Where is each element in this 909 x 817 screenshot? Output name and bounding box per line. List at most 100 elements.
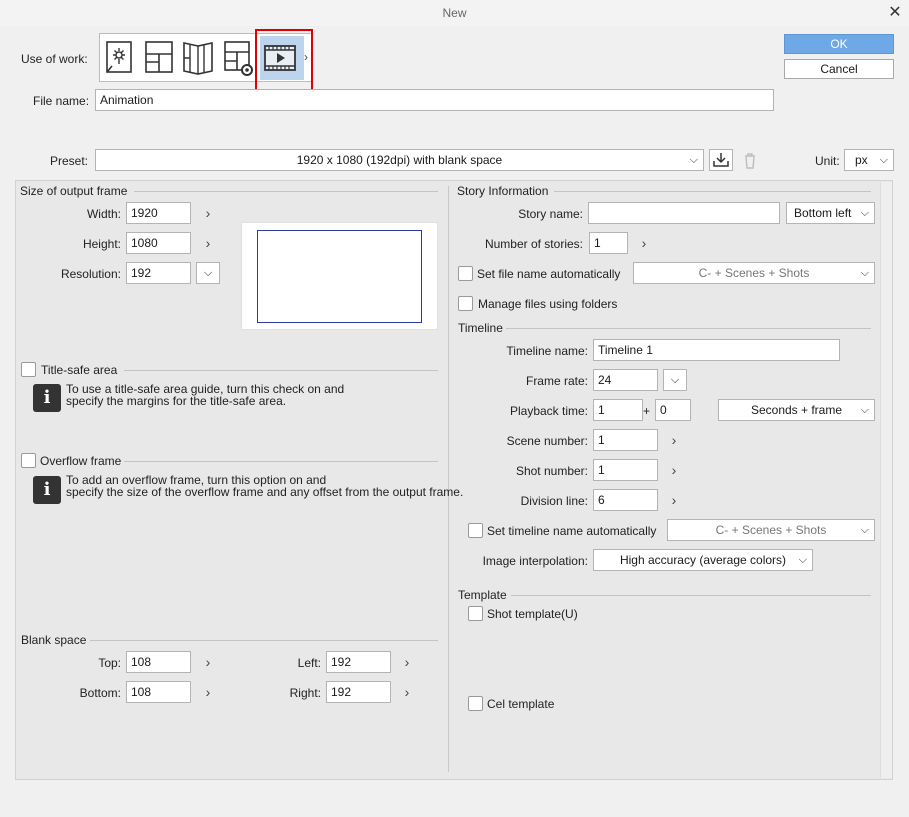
right-expand-icon[interactable]: › xyxy=(400,684,414,700)
divider xyxy=(124,370,438,371)
divider xyxy=(511,595,871,596)
playback-mode-value: Seconds + frame xyxy=(750,403,843,417)
shot-number-label: Shot number: xyxy=(515,464,588,478)
chevron-down-icon: ⌵ xyxy=(860,207,869,219)
save-preset-button[interactable] xyxy=(709,149,733,171)
cel-template-checkbox[interactable] xyxy=(468,696,483,711)
story-name-position-select[interactable]: Bottom left ⌵ xyxy=(786,202,875,224)
scene-expand-icon[interactable]: › xyxy=(667,432,681,448)
playback-frames-input[interactable]: 0 xyxy=(655,399,691,421)
file-name-pattern-value: C- + Scenes + Shots xyxy=(698,266,810,280)
output-frame-preview xyxy=(257,230,422,323)
dialog-footer xyxy=(0,781,909,817)
chevron-down-icon: ⌵ xyxy=(860,524,869,536)
preset-select[interactable]: 1920 x 1080 (192dpi) with blank space ⌵ xyxy=(95,149,704,171)
file-name-input[interactable]: Animation xyxy=(95,89,774,111)
scrollbar[interactable] xyxy=(880,182,892,778)
timeline-name-label: Timeline name: xyxy=(506,344,588,358)
delete-preset-button[interactable] xyxy=(740,151,760,171)
bottom-input[interactable]: 108 xyxy=(126,681,191,703)
overflow-frame-label: Overflow frame xyxy=(40,454,122,468)
frame-rate-dropdown[interactable]: ⌵ xyxy=(663,369,687,391)
window-title: New xyxy=(442,6,467,20)
unit-select[interactable]: px ⌵ xyxy=(844,149,894,171)
timeline-section: Timeline xyxy=(458,321,503,335)
interpolation-select[interactable]: High accuracy (average colors) ⌵ xyxy=(593,549,813,571)
info-icon: i xyxy=(33,476,61,504)
title-safe-checkbox[interactable] xyxy=(21,362,36,377)
width-expand-icon[interactable]: › xyxy=(201,205,215,221)
bottom-expand-icon[interactable]: › xyxy=(201,684,215,700)
division-expand-icon[interactable]: › xyxy=(667,492,681,508)
height-expand-icon[interactable]: › xyxy=(201,235,215,251)
cel-template-label: Cel template xyxy=(487,697,555,711)
auto-file-name-checkbox[interactable] xyxy=(458,266,473,281)
left-input[interactable]: 192 xyxy=(326,651,391,673)
manage-folders-label: Manage files using folders xyxy=(478,297,618,311)
interpolation-label: Image interpolation: xyxy=(482,554,588,568)
unit-value: px xyxy=(855,153,868,167)
stories-input[interactable]: 1 xyxy=(589,232,628,254)
shot-template-checkbox[interactable] xyxy=(468,606,483,621)
story-name-input[interactable] xyxy=(588,202,780,224)
right-label: Right: xyxy=(289,686,321,700)
more-work-types-icon[interactable]: › xyxy=(304,50,308,64)
left-expand-icon[interactable]: › xyxy=(400,654,414,670)
playback-seconds-input[interactable]: 1 xyxy=(593,399,643,421)
divider xyxy=(554,191,871,192)
shot-expand-icon[interactable]: › xyxy=(667,462,681,478)
auto-timeline-name-checkbox[interactable] xyxy=(468,523,483,538)
width-input[interactable]: 1920 xyxy=(126,202,191,224)
frame-rate-label: Frame rate: xyxy=(525,374,588,388)
timeline-name-input[interactable]: Timeline 1 xyxy=(593,339,840,361)
shot-number-input[interactable]: 1 xyxy=(593,459,658,481)
resolution-dropdown[interactable]: ⌵ xyxy=(196,262,220,284)
close-icon[interactable]: ✕ xyxy=(886,4,904,22)
division-line-input[interactable]: 6 xyxy=(593,489,658,511)
bottom-label: Bottom: xyxy=(79,686,121,700)
top-expand-icon[interactable]: › xyxy=(201,654,215,670)
template-section: Template xyxy=(458,588,507,602)
chevron-down-icon: ⌵ xyxy=(860,267,869,279)
chevron-down-icon: ⌵ xyxy=(689,154,698,166)
left-label: Left: xyxy=(297,656,321,670)
file-name-pattern-select[interactable]: C- + Scenes + Shots ⌵ xyxy=(633,262,875,284)
use-of-work-label: Use of work: xyxy=(21,52,88,66)
timeline-name-pattern-value: C- + Scenes + Shots xyxy=(715,523,827,537)
timeline-name-pattern-select[interactable]: C- + Scenes + Shots ⌵ xyxy=(667,519,875,541)
chevron-down-icon: ⌵ xyxy=(860,404,869,416)
right-input[interactable]: 192 xyxy=(326,681,391,703)
frame-rate-input[interactable]: 24 xyxy=(593,369,658,391)
cancel-button[interactable]: Cancel xyxy=(784,59,894,79)
plus-label: + xyxy=(643,404,651,418)
resolution-label: Resolution: xyxy=(60,267,121,281)
stories-expand-icon[interactable]: › xyxy=(637,235,651,251)
width-label: Width: xyxy=(86,207,121,221)
auto-file-name-label: Set file name automatically xyxy=(477,267,621,281)
illustration-icon[interactable] xyxy=(104,40,136,76)
divider xyxy=(124,461,438,462)
title-safe-info-line2: specify the margins for the title-safe a… xyxy=(66,394,287,408)
interpolation-value: High accuracy (average colors) xyxy=(619,553,787,567)
top-input[interactable]: 108 xyxy=(126,651,191,673)
resolution-input[interactable]: 192 xyxy=(126,262,191,284)
ok-button[interactable]: OK xyxy=(784,34,894,54)
comic-icon[interactable] xyxy=(143,40,175,76)
comic-settings-icon[interactable] xyxy=(222,40,254,76)
divider xyxy=(134,191,438,192)
height-input[interactable]: 1080 xyxy=(126,232,191,254)
story-name-label: Story name: xyxy=(518,207,583,221)
blank-space-section: Blank space xyxy=(21,633,87,647)
overflow-frame-checkbox[interactable] xyxy=(21,453,36,468)
preset-value: 1920 x 1080 (192dpi) with blank space xyxy=(296,153,503,167)
story-section: Story Information xyxy=(457,184,549,198)
chevron-down-icon: ⌵ xyxy=(798,554,807,566)
scene-number-input[interactable]: 1 xyxy=(593,429,658,451)
overflow-info-line2: specify the size of the overflow frame a… xyxy=(66,485,464,499)
unit-label: Unit: xyxy=(815,154,840,168)
comic-book-icon[interactable] xyxy=(182,40,214,76)
manage-folders-checkbox[interactable] xyxy=(458,296,473,311)
trash-icon xyxy=(745,153,755,169)
shot-template-label: Shot template(U) xyxy=(487,607,578,621)
playback-mode-select[interactable]: Seconds + frame ⌵ xyxy=(718,399,875,421)
